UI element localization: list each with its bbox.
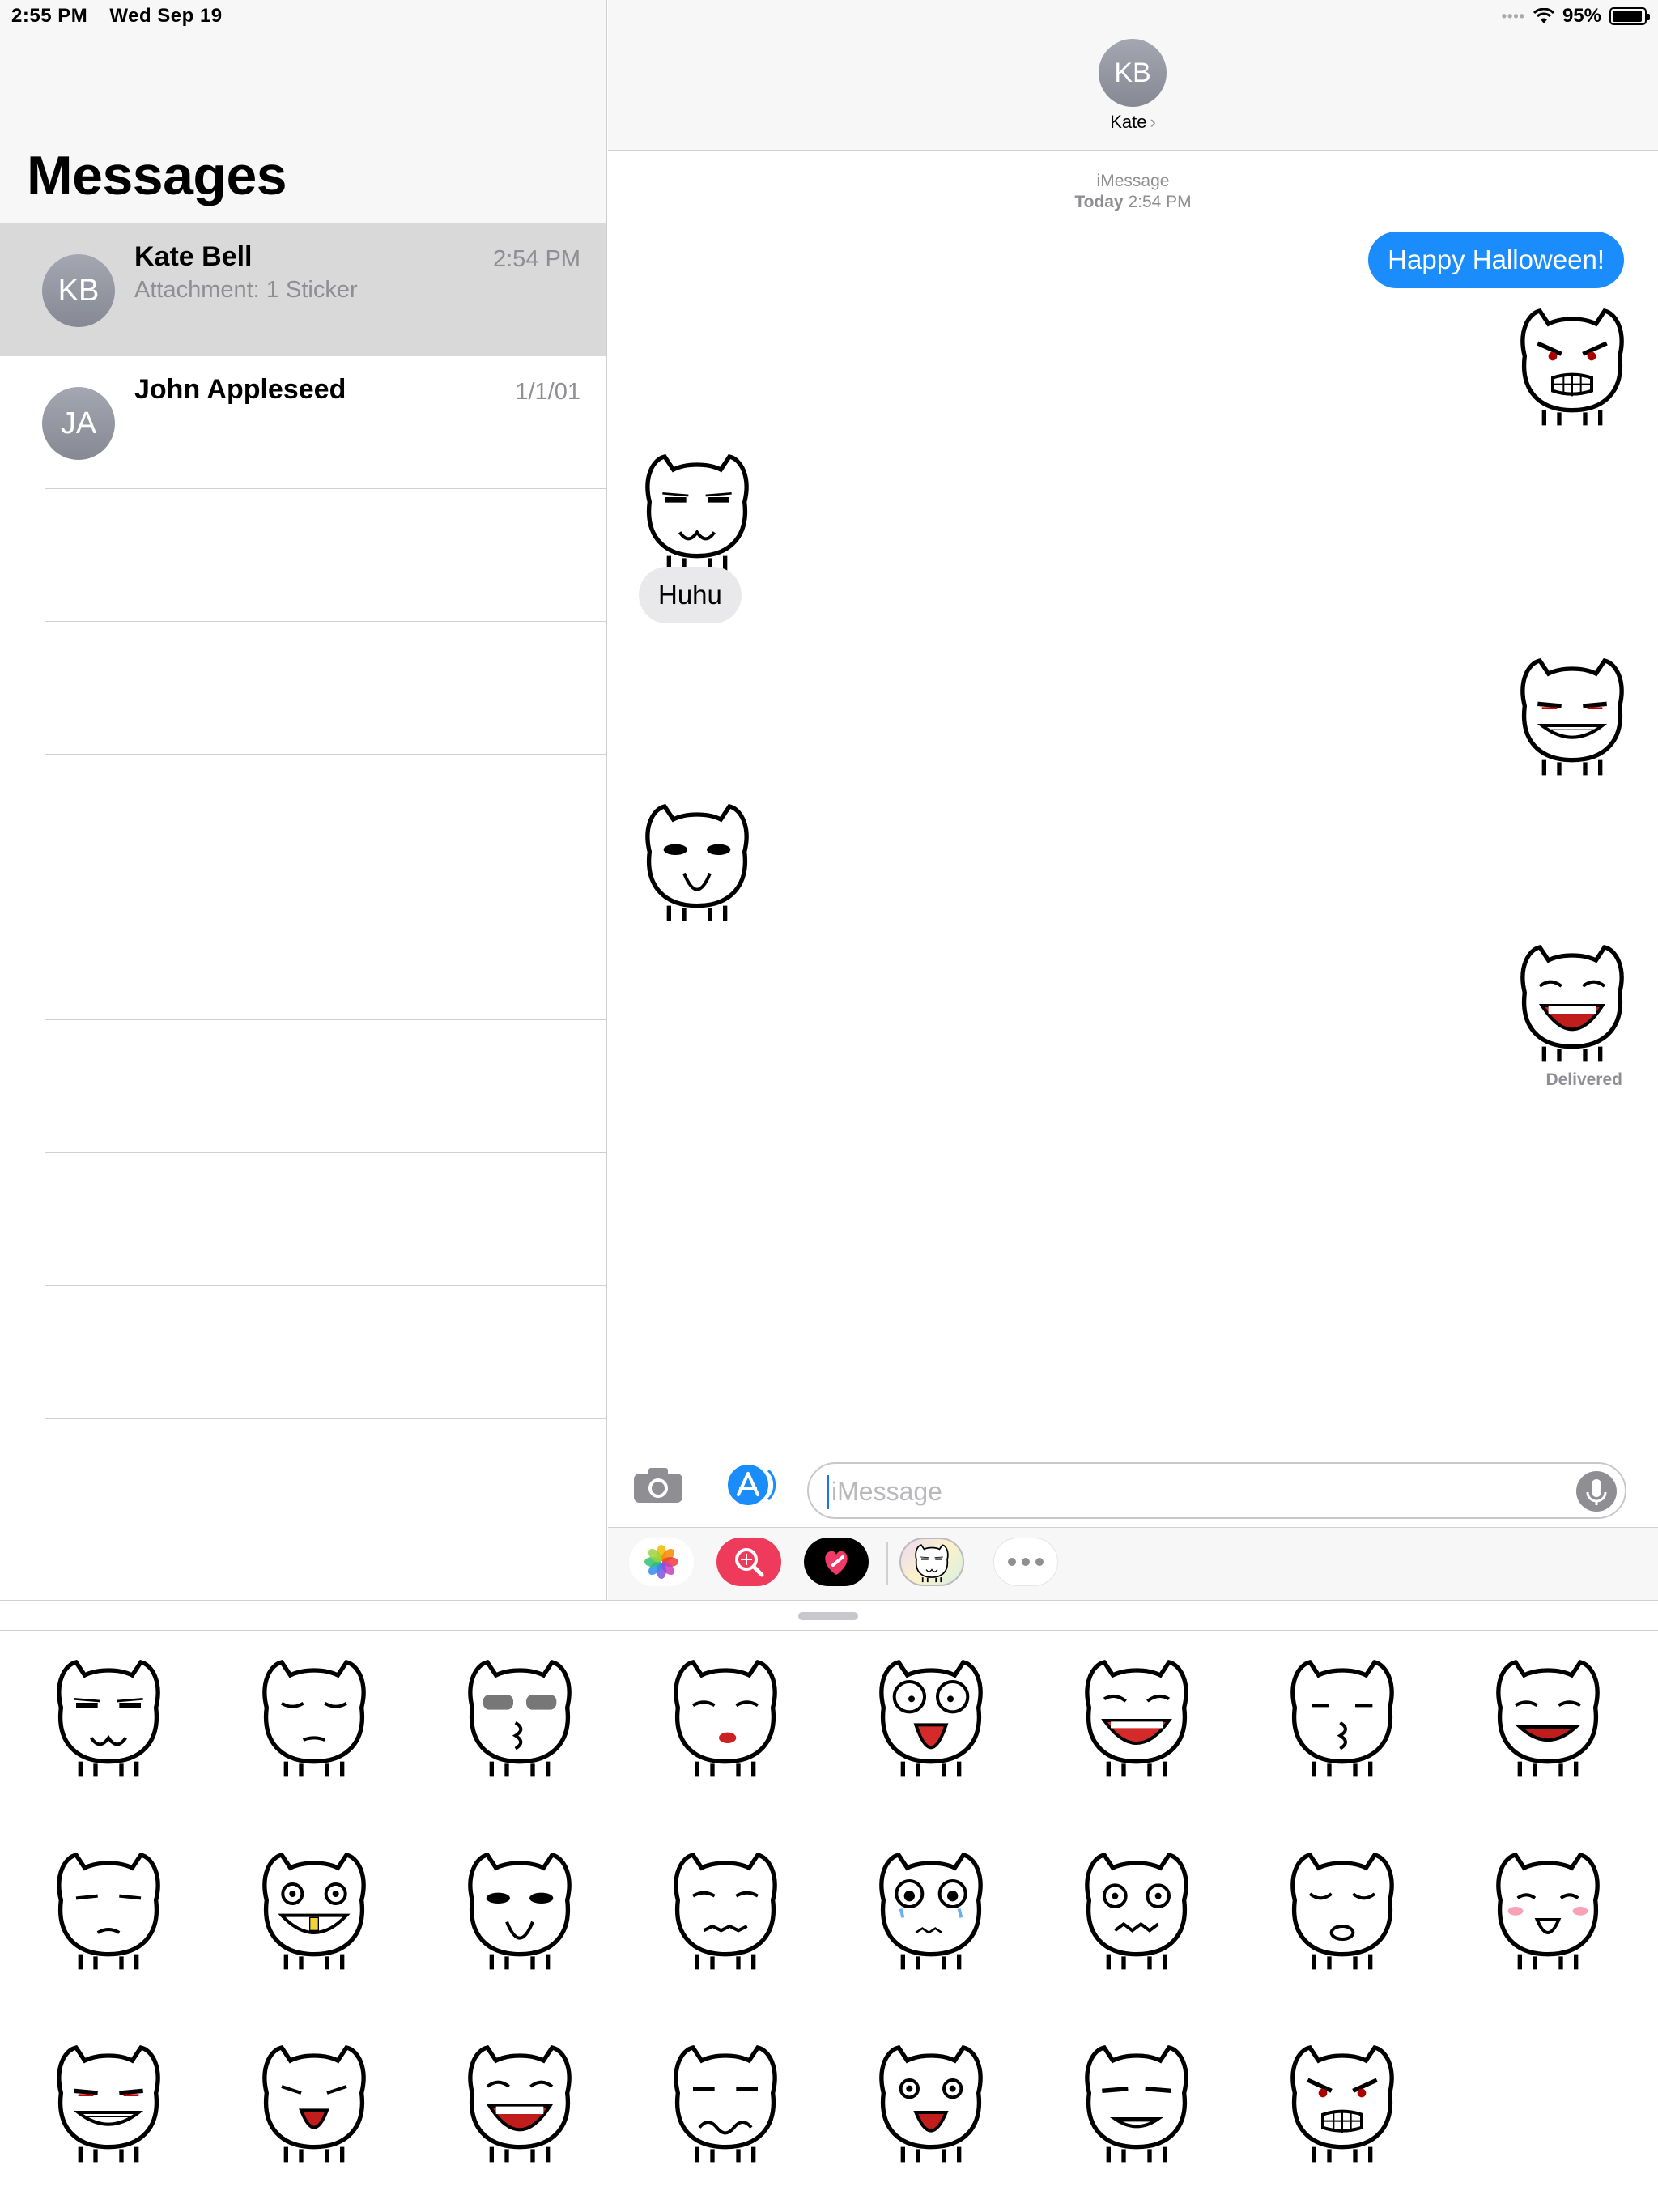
app-store-icon[interactable] xyxy=(721,1462,778,1508)
drawer-divider xyxy=(886,1542,888,1585)
sticker-grin[interactable] xyxy=(1483,1649,1613,1779)
sticker-whistle[interactable] xyxy=(455,1842,585,1972)
empty-row xyxy=(0,1419,606,1551)
sticker-pack-face xyxy=(911,1541,953,1583)
more-apps-icon[interactable] xyxy=(993,1538,1058,1586)
empty-row xyxy=(0,489,606,622)
delivered-status: Delivered xyxy=(1545,1070,1622,1089)
sticker-pack-app-icon[interactable] xyxy=(899,1538,964,1586)
sticker-laugh[interactable] xyxy=(455,2035,585,2164)
sticker-gasp[interactable] xyxy=(866,2035,996,2164)
camera-icon[interactable] xyxy=(632,1465,684,1504)
sticker-angry[interactable] xyxy=(1278,2035,1407,2164)
chevron-right-icon: › xyxy=(1150,112,1156,132)
message-transcript: iMessage Today 2:54 PM Happy Halloween! … xyxy=(608,151,1658,1446)
drawer-grabber-handle[interactable] xyxy=(798,1612,858,1620)
divider xyxy=(0,1630,1658,1631)
photos-app-icon[interactable] xyxy=(629,1538,694,1586)
sticker-blush[interactable] xyxy=(1483,1842,1613,1972)
sticker-annoyed[interactable] xyxy=(44,1842,173,1972)
status-bar: 2:55 PM Wed Sep 19 •••• 95% xyxy=(0,0,1658,32)
conversation-row-kate-bell[interactable]: KB Kate Bell 2:54 PM Attachment: 1 Stick… xyxy=(0,223,606,356)
empty-row xyxy=(0,1286,606,1419)
sidebar-header: Messages xyxy=(0,0,606,223)
conversation-time: 1/1/01 xyxy=(515,379,580,405)
sticker-disgust[interactable] xyxy=(661,1649,790,1779)
timestamp-day: Today xyxy=(1074,193,1124,211)
wifi-icon xyxy=(1533,8,1554,24)
empty-row xyxy=(0,887,606,1020)
sticker-crazy-laugh[interactable] xyxy=(1072,1649,1201,1779)
status-date: Wed Sep 19 xyxy=(109,5,223,27)
text-caret xyxy=(827,1475,829,1509)
status-time: 2:55 PM xyxy=(11,5,88,27)
sticker-message[interactable] xyxy=(1507,648,1637,777)
sticker-message[interactable] xyxy=(1507,298,1637,428)
sticker-kiss-glasses[interactable] xyxy=(455,1649,585,1779)
conversation-timestamp: Today 2:54 PM xyxy=(608,193,1658,212)
compose-bar: iMessage xyxy=(608,1446,1658,1527)
message-input-placeholder: iMessage xyxy=(831,1477,942,1506)
sticker-message[interactable] xyxy=(632,444,762,573)
contact-name: Kate xyxy=(1110,112,1147,132)
empty-row xyxy=(0,622,606,755)
sticker-smug[interactable] xyxy=(44,1649,173,1779)
conversation-name: John Appleseed xyxy=(134,374,346,405)
conversation-sidebar: Messages KB Kate Bell 2:54 PM Attachment… xyxy=(0,0,607,1600)
sticker-message[interactable] xyxy=(1507,934,1637,1064)
sticker-cry[interactable] xyxy=(866,1842,996,1972)
sticker-worried[interactable] xyxy=(661,1842,790,1972)
digital-touch-app-icon[interactable] xyxy=(804,1538,869,1586)
sticker-gold-tooth[interactable] xyxy=(249,1842,379,1972)
cellular-signal-icon: •••• xyxy=(1501,7,1525,24)
sticker-wobbly[interactable] xyxy=(661,2035,790,2164)
avatar: KB xyxy=(42,254,115,327)
status-right: •••• 95% xyxy=(1501,5,1650,28)
battery-percent: 95% xyxy=(1562,5,1601,27)
timestamp-time: 2:54 PM xyxy=(1128,193,1192,211)
avatar: JA xyxy=(42,387,115,460)
empty-row xyxy=(0,1153,606,1286)
sticker-sneer[interactable] xyxy=(1072,2035,1201,2164)
sticker-scream[interactable] xyxy=(866,1649,996,1779)
message-bubble-outgoing[interactable]: Happy Halloween! xyxy=(1368,232,1624,288)
empty-row xyxy=(0,1020,606,1153)
sticker-message[interactable] xyxy=(632,793,762,923)
contact-name-button[interactable]: Kate › xyxy=(608,112,1658,133)
microphone-icon[interactable] xyxy=(1576,1471,1617,1512)
sticker-tired[interactable] xyxy=(249,1649,379,1779)
conversation-preview: Attachment: 1 Sticker xyxy=(134,277,358,303)
conversation-name: Kate Bell xyxy=(134,241,253,272)
empty-row xyxy=(0,755,606,887)
sticker-kiss[interactable] xyxy=(1278,1649,1407,1779)
message-bubble-incoming[interactable]: Huhu xyxy=(639,567,742,623)
search-images-app-icon[interactable] xyxy=(716,1538,781,1586)
sticker-yell[interactable] xyxy=(249,2035,379,2164)
status-left: 2:55 PM Wed Sep 19 xyxy=(11,5,239,28)
battery-icon xyxy=(1609,7,1650,25)
sticker-picker xyxy=(0,1600,1658,2212)
sticker-evil-grin[interactable] xyxy=(44,2035,173,2164)
conversation-row-john-appleseed[interactable]: JA John Appleseed 1/1/01 xyxy=(0,356,606,489)
app-drawer xyxy=(608,1527,1658,1600)
page-title: Messages xyxy=(27,145,287,206)
contact-avatar[interactable]: KB xyxy=(1099,39,1167,107)
service-label: iMessage xyxy=(1096,172,1170,190)
sticker-pout[interactable] xyxy=(1278,1842,1407,1972)
message-input[interactable]: iMessage xyxy=(807,1462,1626,1519)
conversation-time: 2:54 PM xyxy=(493,246,580,272)
sticker-dizzy[interactable] xyxy=(1072,1842,1201,1972)
